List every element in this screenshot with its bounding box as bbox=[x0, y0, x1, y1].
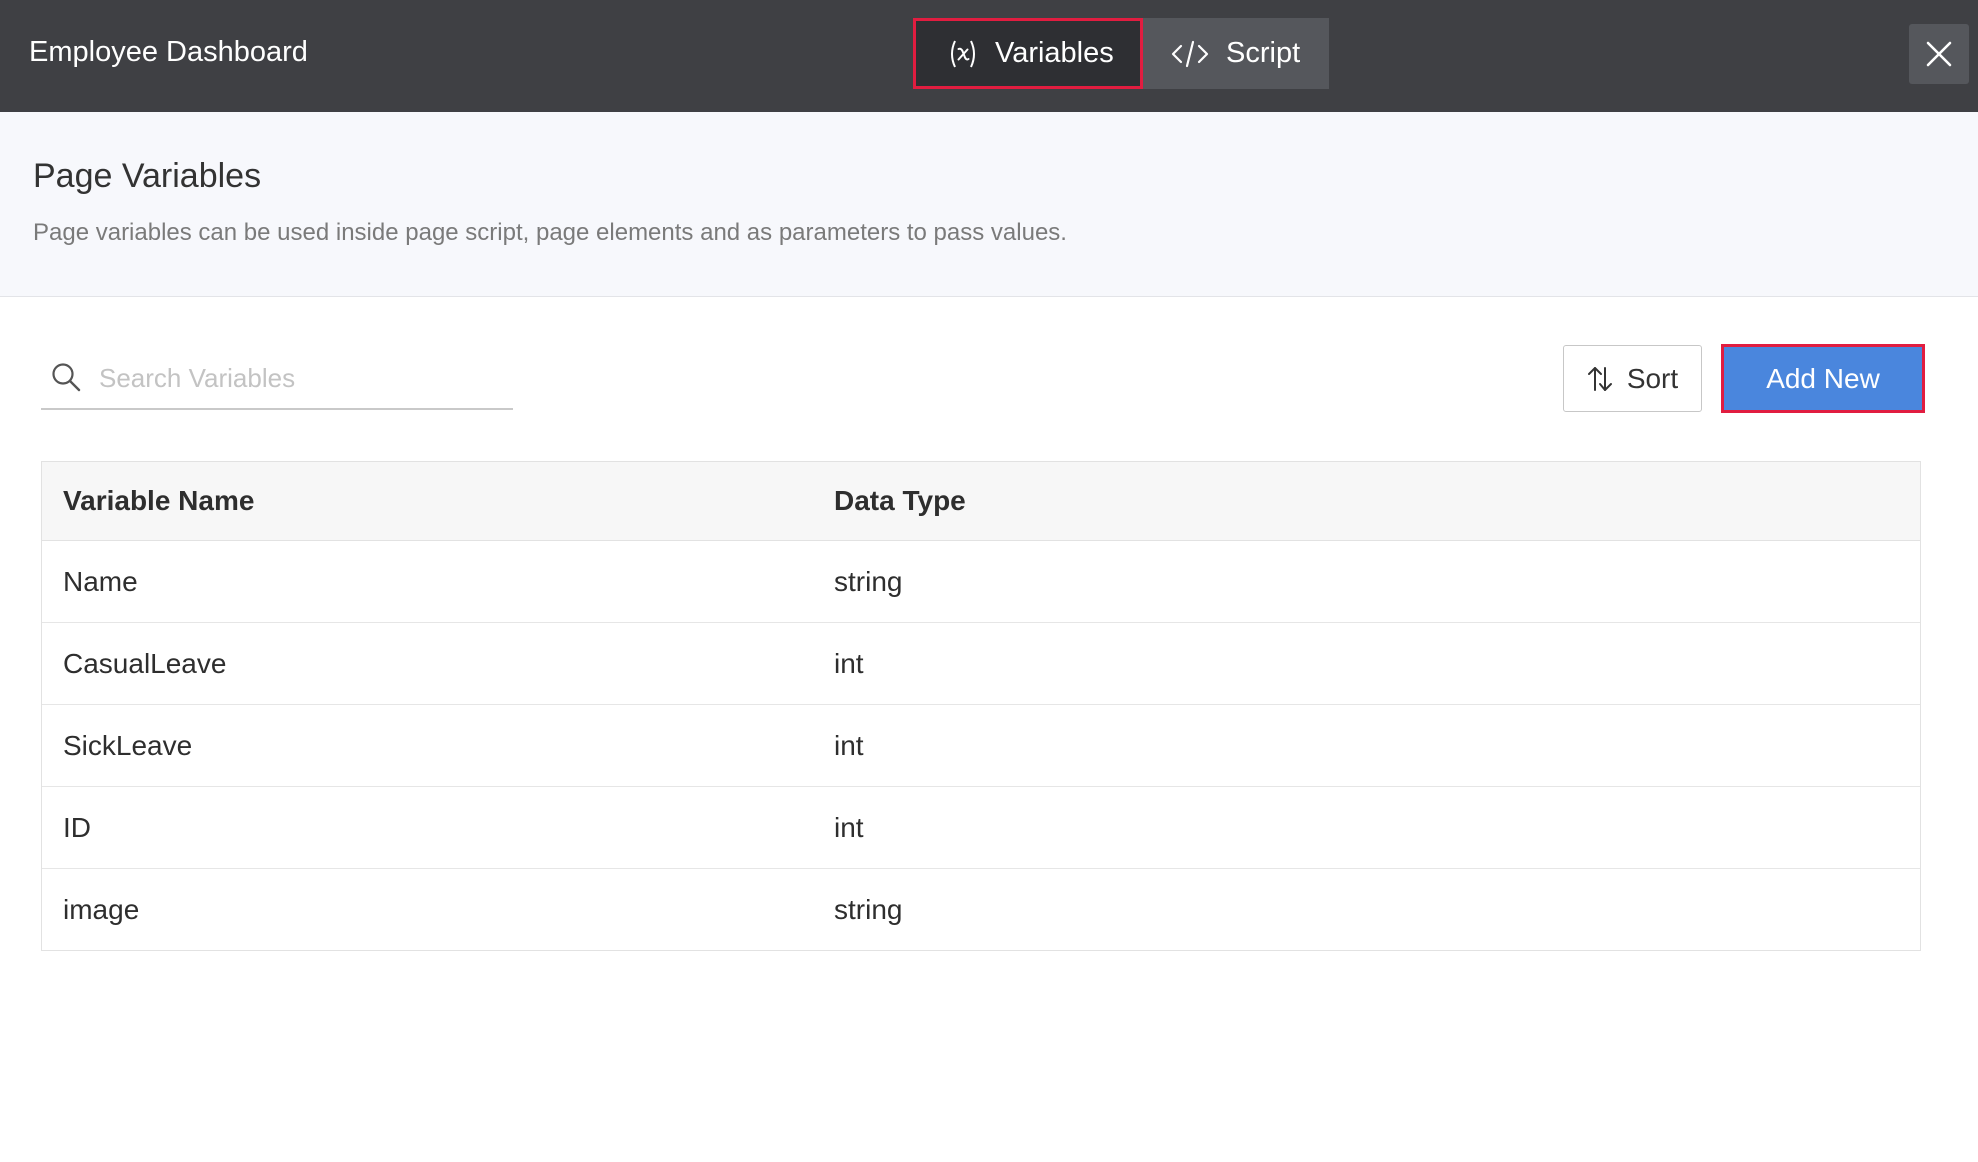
tab-script-label: Script bbox=[1226, 37, 1301, 69]
table-row[interactable]: ID int bbox=[42, 787, 1920, 869]
tab-variables-label: Variables bbox=[995, 37, 1114, 69]
app-title: Employee Dashboard bbox=[29, 36, 308, 68]
variable-name-cell: SickLeave bbox=[63, 729, 193, 761]
variable-name-cell: Name bbox=[63, 565, 138, 597]
data-type-cell: string bbox=[834, 893, 903, 925]
variable-icon bbox=[947, 38, 979, 70]
top-bar: Employee Dashboard Variables Script bbox=[0, 0, 1978, 112]
tab-script[interactable]: Script bbox=[1143, 18, 1329, 89]
variables-table: Variable Name Data Type Name string Casu… bbox=[41, 461, 1921, 951]
tab-variables[interactable]: Variables bbox=[913, 18, 1143, 89]
table-row[interactable]: image string bbox=[42, 869, 1920, 950]
column-header-data-type[interactable]: Data Type bbox=[834, 485, 1920, 517]
add-new-button[interactable]: Add New bbox=[1721, 344, 1925, 413]
table-row[interactable]: Name string bbox=[42, 541, 1920, 623]
code-icon bbox=[1170, 38, 1210, 70]
column-header-variable-name[interactable]: Variable Name bbox=[42, 485, 834, 517]
page-header: Page Variables Page variables can be use… bbox=[0, 112, 1978, 297]
data-type-cell: int bbox=[834, 647, 864, 679]
page-description: Page variables can be used inside page s… bbox=[33, 219, 1067, 246]
close-icon bbox=[1926, 41, 1952, 67]
table-row[interactable]: SickLeave int bbox=[42, 705, 1920, 787]
data-type-cell: int bbox=[834, 811, 864, 843]
sort-icon bbox=[1587, 365, 1613, 393]
search-icon bbox=[51, 362, 81, 392]
close-button[interactable] bbox=[1909, 24, 1969, 84]
page-title: Page Variables bbox=[33, 157, 262, 195]
sort-button-label: Sort bbox=[1626, 362, 1679, 394]
data-type-cell: string bbox=[834, 565, 903, 597]
variable-name-cell: image bbox=[63, 893, 140, 925]
sort-button[interactable]: Sort bbox=[1563, 345, 1702, 412]
variable-name-cell: ID bbox=[63, 811, 91, 843]
data-type-cell: int bbox=[834, 729, 864, 761]
search-bar bbox=[41, 350, 513, 410]
search-input[interactable] bbox=[97, 356, 501, 400]
tab-group: Variables Script bbox=[913, 18, 1329, 89]
variable-name-cell: CasualLeave bbox=[63, 647, 227, 679]
table-header: Variable Name Data Type bbox=[42, 462, 1920, 541]
table-row[interactable]: CasualLeave int bbox=[42, 623, 1920, 705]
